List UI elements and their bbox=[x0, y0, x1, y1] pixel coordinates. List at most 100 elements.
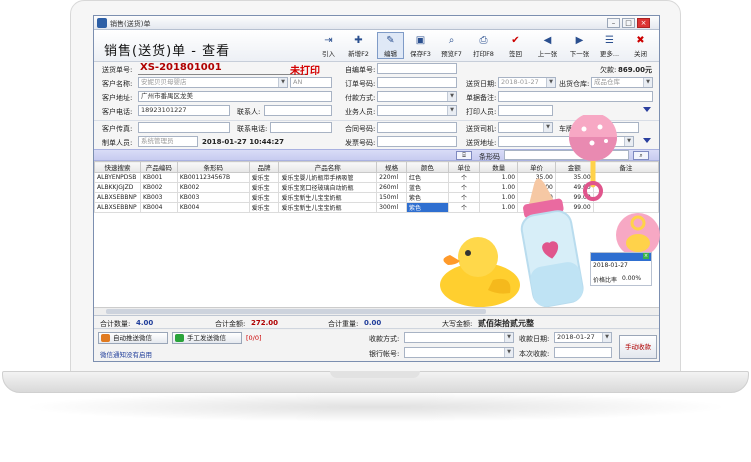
import-button[interactable]: ⇥ 引入 bbox=[315, 32, 342, 59]
fax-label: 客户传真: bbox=[102, 125, 133, 133]
phone-label: 客户电话: bbox=[102, 108, 133, 116]
debt-value: 869.00元 bbox=[618, 66, 653, 74]
popup-close-icon[interactable]: × bbox=[643, 253, 649, 259]
dropdown-arrow-icon[interactable]: ▼ bbox=[504, 348, 513, 357]
expand-arrow-icon[interactable] bbox=[643, 107, 651, 112]
wechat-icon bbox=[101, 334, 110, 342]
this-receive-label: 本次收款: bbox=[519, 350, 550, 358]
manual-wechat-button[interactable]: 手工发送微信 bbox=[172, 332, 242, 344]
bank-select[interactable]: ▼ bbox=[404, 347, 514, 358]
window-titlebar: 销售(送货)单 – □ × bbox=[94, 16, 659, 30]
minimize-icon[interactable]: – bbox=[607, 18, 620, 28]
created-time: 2018-01-27 10:44:27 bbox=[202, 138, 285, 146]
phone-input[interactable]: 18923101227 bbox=[138, 105, 230, 116]
contact-label: 联系人: bbox=[237, 108, 261, 116]
address-input[interactable]: 广州市番禺区龙美 bbox=[138, 91, 332, 102]
print-status: 未打印 bbox=[290, 66, 320, 77]
receive-method-label: 收款方式: bbox=[369, 335, 400, 343]
import-icon: ⇥ bbox=[324, 35, 333, 46]
edit-button[interactable]: ✎ 编辑 bbox=[377, 32, 404, 59]
laptop-shadow bbox=[20, 392, 731, 422]
custom-no-input[interactable] bbox=[377, 63, 457, 74]
total-weight-label: 合计重量: bbox=[328, 320, 359, 328]
delivery-date-input[interactable]: 2018-01-27 ▼ bbox=[498, 77, 556, 88]
column-header[interactable]: 规格 bbox=[376, 161, 408, 173]
column-header[interactable]: 条形码 bbox=[176, 161, 250, 173]
edit-icon: ✎ bbox=[386, 35, 395, 46]
contact-phone-input[interactable] bbox=[270, 122, 332, 133]
order-ref-input[interactable] bbox=[377, 77, 457, 88]
dropdown-arrow-icon[interactable]: ▼ bbox=[278, 78, 287, 87]
creator-input[interactable]: 系统管理员 bbox=[138, 136, 198, 147]
next-button[interactable]: ▶ 下一张 bbox=[566, 32, 593, 59]
previous-button[interactable]: ◀ 上一张 bbox=[534, 32, 561, 59]
window-title: 销售(送货)单 bbox=[110, 20, 151, 28]
close-icon: ✖ bbox=[636, 35, 645, 46]
salesman-label: 业务人员: bbox=[345, 108, 376, 116]
totals-bar: 合计数量: 4.00 合计金额: 272.00 合计重量: 0.00 大写金额:… bbox=[94, 316, 659, 329]
price-ratio-value: 0.00% bbox=[622, 275, 642, 282]
rubber-duck-icon bbox=[440, 237, 520, 307]
auto-wechat-button[interactable]: 自动推送微信 bbox=[98, 332, 168, 344]
window-close-icon[interactable]: × bbox=[637, 18, 650, 28]
wechat-count: [0/0] bbox=[246, 334, 262, 342]
invoice-label: 发票号码: bbox=[345, 139, 376, 147]
price-popup-date: 2018-01-27 bbox=[593, 262, 628, 269]
customer-code-input[interactable]: AN bbox=[290, 77, 332, 88]
column-header[interactable]: 产品名称 bbox=[278, 161, 378, 173]
sign-back-button[interactable]: ✔ 签回 bbox=[502, 32, 529, 59]
pacifier-icon bbox=[616, 213, 660, 257]
page-title: 销售(送货)单 - 查看 bbox=[104, 44, 231, 59]
column-header[interactable]: 快速搜索 bbox=[94, 161, 141, 173]
creator-label: 制单人员: bbox=[102, 139, 133, 147]
remark-input[interactable] bbox=[498, 91, 653, 102]
close-button[interactable]: ✖ 关闭 bbox=[627, 32, 654, 59]
warehouse-select[interactable]: 成品仓库 ▼ bbox=[591, 77, 653, 88]
order-ref-label: 订单号码: bbox=[345, 80, 376, 88]
capital-amount-value: 贰佰柒拾贰元整 bbox=[478, 319, 534, 328]
contact-input[interactable] bbox=[264, 105, 332, 116]
order-no-underline bbox=[138, 74, 308, 75]
dropdown-arrow-icon[interactable]: ▼ bbox=[447, 106, 456, 115]
order-no-value: XS-201801001 bbox=[140, 62, 222, 73]
laptop-notch bbox=[330, 371, 420, 378]
customer-name-input[interactable]: 安妮贝贝母婴店 ▼ bbox=[138, 77, 288, 88]
maximize-icon[interactable]: □ bbox=[622, 18, 635, 28]
capital-amount-label: 大写金额: bbox=[442, 320, 473, 328]
price-popup-header: × bbox=[591, 253, 651, 261]
total-amount-label: 合计金额: bbox=[215, 320, 246, 328]
scrollbar-thumb[interactable] bbox=[106, 309, 486, 314]
total-weight-value: 0.00 bbox=[364, 319, 382, 327]
more-button[interactable]: ☰ 更多... bbox=[596, 32, 623, 59]
manual-receive-button[interactable]: 手动收款 bbox=[619, 335, 657, 359]
calendar-icon[interactable]: ▼ bbox=[602, 333, 611, 342]
column-header[interactable]: 产品编码 bbox=[139, 161, 178, 173]
receive-method-select[interactable]: ▼ bbox=[404, 332, 514, 343]
dropdown-arrow-icon[interactable]: ▼ bbox=[504, 333, 513, 342]
preview-icon: ⌕ bbox=[448, 35, 455, 46]
save-button[interactable]: ▣ 保存F3 bbox=[407, 32, 434, 59]
fax-input[interactable] bbox=[138, 122, 230, 133]
price-popup: × 2018-01-27 价格比率 0.00% bbox=[590, 252, 652, 286]
receive-date-input[interactable]: 2018-01-27 ▼ bbox=[554, 332, 612, 343]
app-logo-icon bbox=[97, 18, 107, 28]
dropdown-arrow-icon[interactable]: ▼ bbox=[447, 92, 456, 101]
order-no-label: 送货单号: bbox=[102, 66, 133, 74]
arrow-left-icon: ◀ bbox=[543, 35, 552, 46]
dropdown-arrow-icon[interactable]: ▼ bbox=[643, 78, 652, 87]
preview-button[interactable]: ⌕ 预览F7 bbox=[438, 32, 465, 59]
print-icon: ⎙ bbox=[479, 35, 488, 46]
delivery-date-label: 送货日期: bbox=[466, 80, 497, 88]
rattle-icon bbox=[569, 115, 617, 201]
column-header[interactable]: 品牌 bbox=[248, 161, 280, 173]
custom-no-label: 自编单号: bbox=[345, 66, 376, 74]
print-button[interactable]: ⎙ 打印F8 bbox=[470, 32, 497, 59]
this-receive-input[interactable] bbox=[554, 347, 612, 358]
warehouse-label: 出货仓库: bbox=[559, 80, 590, 88]
new-icon: ✚ bbox=[354, 35, 363, 46]
calendar-icon[interactable]: ▼ bbox=[546, 78, 555, 87]
payment-select[interactable]: ▼ bbox=[377, 91, 457, 102]
baby-bottle-icon bbox=[520, 178, 584, 308]
new-button[interactable]: ✚ 新增F2 bbox=[345, 32, 372, 59]
contact-phone-label: 联系电话: bbox=[237, 125, 268, 133]
